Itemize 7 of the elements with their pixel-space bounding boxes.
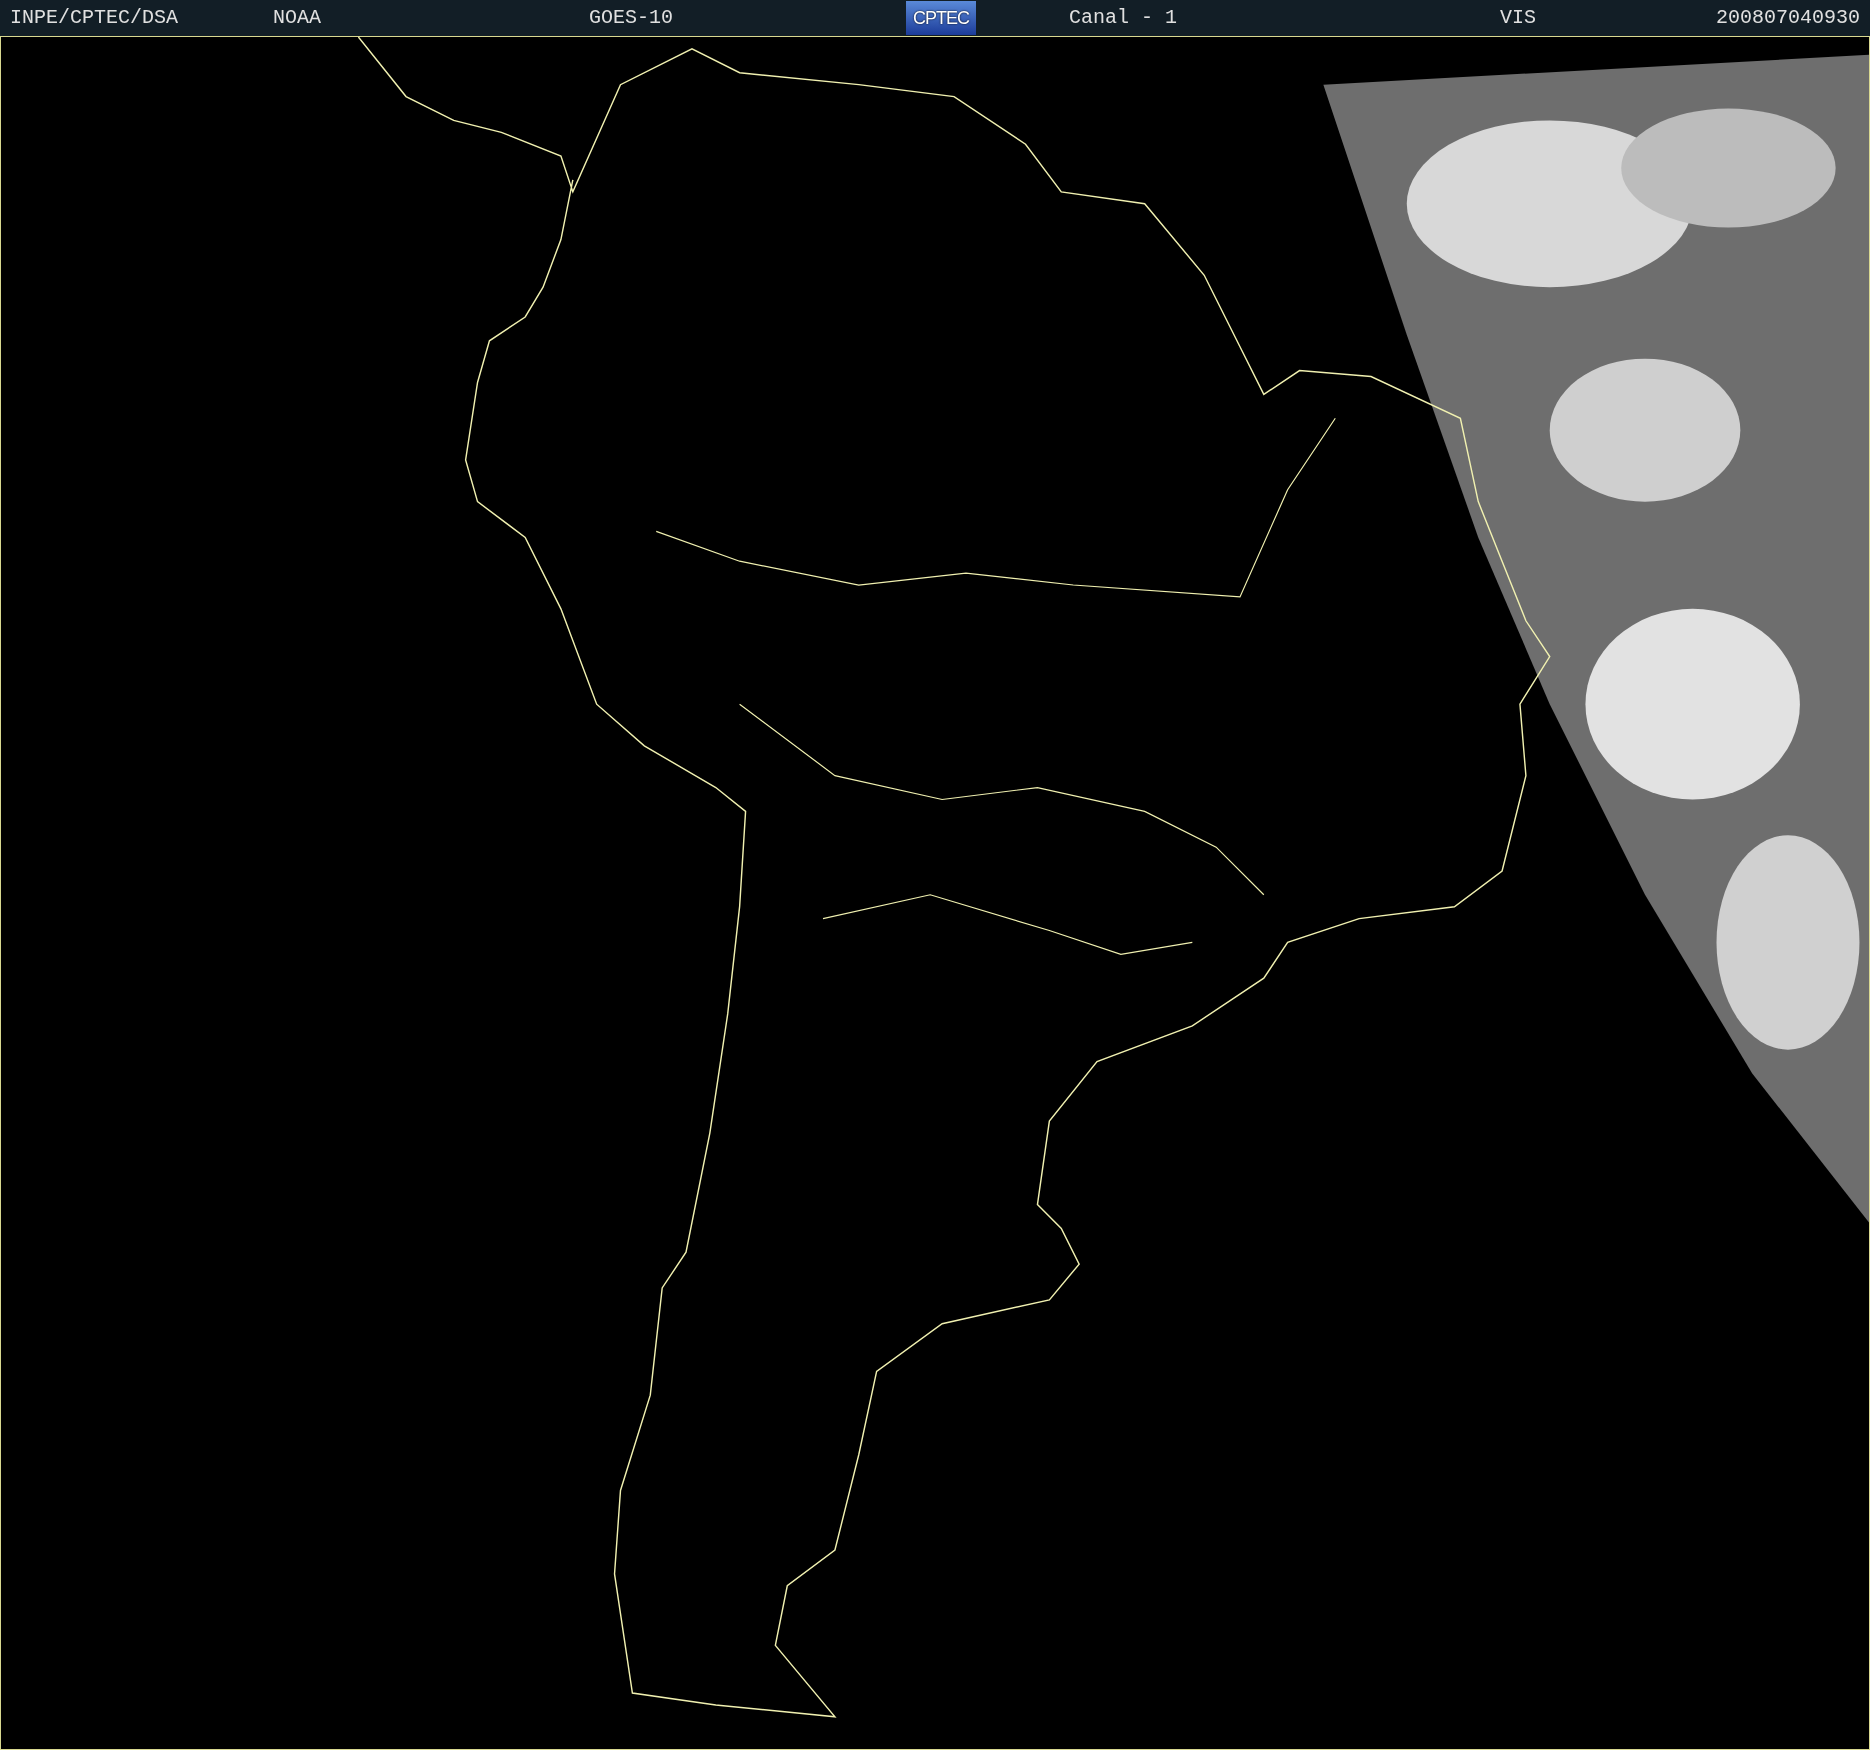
header-label: VIS [1500,5,1537,31]
header-label: GOES-10 [589,5,674,31]
header-label: NOAA [273,5,322,31]
header-label: INPE/CPTEC/DSA [9,5,180,31]
header-label: 200807040930 [1715,5,1861,31]
logo: CPTEC [906,1,976,35]
header-label: Canal - 1 [1069,5,1179,31]
